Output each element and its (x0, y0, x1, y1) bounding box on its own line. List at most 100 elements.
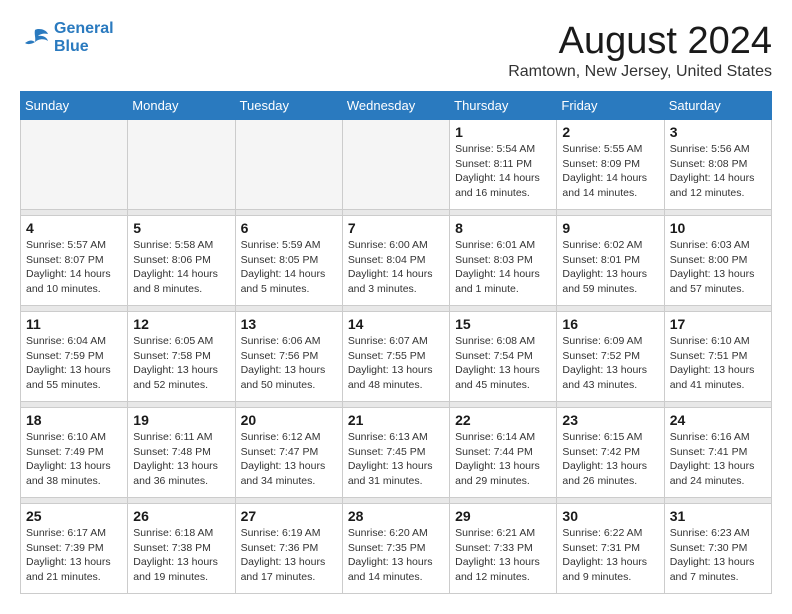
day-info: Sunrise: 5:58 AM Sunset: 8:06 PM Dayligh… (133, 238, 229, 297)
day-number: 28 (348, 508, 444, 524)
header-wednesday: Wednesday (342, 92, 449, 120)
calendar-cell (128, 120, 235, 210)
week-row-1: 1Sunrise: 5:54 AM Sunset: 8:11 PM Daylig… (21, 120, 772, 210)
calendar-cell: 18 Sunrise: 6:10 AM Sunset: 7:49 PM Dayli… (21, 408, 128, 498)
day-info: Sunrise: 6:08 AM Sunset: 7:54 PM Dayligh… (455, 334, 551, 393)
day-number: 4 (26, 220, 122, 236)
day-info: Sunrise: 5:54 AM Sunset: 8:11 PM Dayligh… (455, 142, 551, 201)
day-info: Sunrise: 6:23 AM Sunset: 7:30 PM Dayligh… (670, 526, 766, 585)
header-saturday: Saturday (664, 92, 771, 120)
calendar-cell: 23 Sunrise: 6:15 AM Sunset: 7:42 PM Dayli… (557, 408, 664, 498)
day-number: 18 (26, 412, 122, 428)
day-info: Sunrise: 6:03 AM Sunset: 8:00 PM Dayligh… (670, 238, 766, 297)
day-number: 29 (455, 508, 551, 524)
logo-text: GeneralBlue (54, 20, 114, 55)
calendar-cell: 12Sunrise: 6:05 AM Sunset: 7:58 PM Dayli… (128, 312, 235, 402)
day-info: Sunrise: 6:00 AM Sunset: 8:04 PM Dayligh… (348, 238, 444, 297)
day-info: Sunrise: 5:55 AM Sunset: 8:09 PM Dayligh… (562, 142, 658, 201)
day-info: Sunrise: 6:10 AM Sunset: 7:49 PM Dayligh… (26, 430, 122, 489)
day-info: Sunrise: 6:14 AM Sunset: 7:44 PM Dayligh… (455, 430, 551, 489)
calendar-cell: 25 Sunrise: 6:17 AM Sunset: 7:39 PM Dayli… (21, 504, 128, 594)
day-info: Sunrise: 6:16 AM Sunset: 7:41 PM Dayligh… (670, 430, 766, 489)
day-info: Sunrise: 6:10 AM Sunset: 7:51 PM Dayligh… (670, 334, 766, 393)
calendar-cell: 8 Sunrise: 6:01 AM Sunset: 8:03 PM Daylig… (450, 216, 557, 306)
calendar-cell: 20 Sunrise: 6:12 AM Sunset: 7:47 PM Dayli… (235, 408, 342, 498)
day-info: Sunrise: 6:22 AM Sunset: 7:31 PM Dayligh… (562, 526, 658, 585)
calendar-cell: 30Sunrise: 6:22 AM Sunset: 7:31 PM Dayli… (557, 504, 664, 594)
day-number: 22 (455, 412, 551, 428)
day-number: 19 (133, 412, 229, 428)
title-block: August 2024 Ramtown, New Jersey, United … (508, 20, 772, 81)
calendar-cell: 7 Sunrise: 6:00 AM Sunset: 8:04 PM Daylig… (342, 216, 449, 306)
day-info: Sunrise: 6:01 AM Sunset: 8:03 PM Dayligh… (455, 238, 551, 297)
calendar-cell: 4 Sunrise: 5:57 AM Sunset: 8:07 PM Daylig… (21, 216, 128, 306)
day-info: Sunrise: 6:15 AM Sunset: 7:42 PM Dayligh… (562, 430, 658, 489)
day-number: 21 (348, 412, 444, 428)
day-info: Sunrise: 6:06 AM Sunset: 7:56 PM Dayligh… (241, 334, 337, 393)
calendar-cell: 17 Sunrise: 6:10 AM Sunset: 7:51 PM Dayli… (664, 312, 771, 402)
day-number: 27 (241, 508, 337, 524)
month-title: August 2024 (508, 20, 772, 63)
calendar-cell: 10 Sunrise: 6:03 AM Sunset: 8:00 PM Dayli… (664, 216, 771, 306)
day-info: Sunrise: 6:02 AM Sunset: 8:01 PM Dayligh… (562, 238, 658, 297)
calendar-cell: 27 Sunrise: 6:19 AM Sunset: 7:36 PM Dayli… (235, 504, 342, 594)
day-info: Sunrise: 6:21 AM Sunset: 7:33 PM Dayligh… (455, 526, 551, 585)
day-info: Sunrise: 5:59 AM Sunset: 8:05 PM Dayligh… (241, 238, 337, 297)
day-number: 7 (348, 220, 444, 236)
header-tuesday: Tuesday (235, 92, 342, 120)
day-number: 2 (562, 124, 658, 140)
weekday-header-row: Sunday Monday Tuesday Wednesday Thursday… (21, 92, 772, 120)
calendar-cell (21, 120, 128, 210)
day-info: Sunrise: 6:11 AM Sunset: 7:48 PM Dayligh… (133, 430, 229, 489)
calendar-cell: 14Sunrise: 6:07 AM Sunset: 7:55 PM Dayli… (342, 312, 449, 402)
day-number: 24 (670, 412, 766, 428)
day-number: 26 (133, 508, 229, 524)
calendar-cell: 1Sunrise: 5:54 AM Sunset: 8:11 PM Daylig… (450, 120, 557, 210)
week-row-3: 11 Sunrise: 6:04 AM Sunset: 7:59 PM Dayli… (21, 312, 772, 402)
week-row-2: 4 Sunrise: 5:57 AM Sunset: 8:07 PM Daylig… (21, 216, 772, 306)
header-friday: Friday (557, 92, 664, 120)
header-monday: Monday (128, 92, 235, 120)
day-info: Sunrise: 5:56 AM Sunset: 8:08 PM Dayligh… (670, 142, 766, 201)
day-info: Sunrise: 5:57 AM Sunset: 8:07 PM Dayligh… (26, 238, 122, 297)
day-number: 23 (562, 412, 658, 428)
day-number: 10 (670, 220, 766, 236)
calendar-cell: 16 Sunrise: 6:09 AM Sunset: 7:52 PM Dayli… (557, 312, 664, 402)
day-number: 5 (133, 220, 229, 236)
calendar-cell: 29 Sunrise: 6:21 AM Sunset: 7:33 PM Dayli… (450, 504, 557, 594)
day-number: 14 (348, 316, 444, 332)
day-number: 11 (26, 316, 122, 332)
day-info: Sunrise: 6:09 AM Sunset: 7:52 PM Dayligh… (562, 334, 658, 393)
day-info: Sunrise: 6:20 AM Sunset: 7:35 PM Dayligh… (348, 526, 444, 585)
header-thursday: Thursday (450, 92, 557, 120)
day-number: 13 (241, 316, 337, 332)
day-number: 16 (562, 316, 658, 332)
day-number: 17 (670, 316, 766, 332)
day-number: 15 (455, 316, 551, 332)
calendar-cell (235, 120, 342, 210)
day-info: Sunrise: 6:04 AM Sunset: 7:59 PM Dayligh… (26, 334, 122, 393)
calendar-cell: 21Sunrise: 6:13 AM Sunset: 7:45 PM Dayli… (342, 408, 449, 498)
calendar-cell: 11 Sunrise: 6:04 AM Sunset: 7:59 PM Dayli… (21, 312, 128, 402)
calendar: Sunday Monday Tuesday Wednesday Thursday… (20, 91, 772, 594)
day-number: 8 (455, 220, 551, 236)
logo: GeneralBlue (20, 20, 114, 55)
day-info: Sunrise: 6:05 AM Sunset: 7:58 PM Dayligh… (133, 334, 229, 393)
day-info: Sunrise: 6:19 AM Sunset: 7:36 PM Dayligh… (241, 526, 337, 585)
day-info: Sunrise: 6:12 AM Sunset: 7:47 PM Dayligh… (241, 430, 337, 489)
calendar-cell: 28 Sunrise: 6:20 AM Sunset: 7:35 PM Dayli… (342, 504, 449, 594)
week-row-5: 25 Sunrise: 6:17 AM Sunset: 7:39 PM Dayli… (21, 504, 772, 594)
calendar-cell: 5 Sunrise: 5:58 AM Sunset: 8:06 PM Daylig… (128, 216, 235, 306)
day-number: 25 (26, 508, 122, 524)
calendar-cell: 31Sunrise: 6:23 AM Sunset: 7:30 PM Dayli… (664, 504, 771, 594)
calendar-cell: 19 Sunrise: 6:11 AM Sunset: 7:48 PM Dayli… (128, 408, 235, 498)
logo-icon (20, 26, 50, 50)
day-number: 6 (241, 220, 337, 236)
day-number: 20 (241, 412, 337, 428)
day-info: Sunrise: 6:17 AM Sunset: 7:39 PM Dayligh… (26, 526, 122, 585)
calendar-cell (342, 120, 449, 210)
day-number: 9 (562, 220, 658, 236)
calendar-cell: 3Sunrise: 5:56 AM Sunset: 8:08 PM Daylig… (664, 120, 771, 210)
location: Ramtown, New Jersey, United States (508, 63, 772, 81)
week-row-4: 18 Sunrise: 6:10 AM Sunset: 7:49 PM Dayli… (21, 408, 772, 498)
